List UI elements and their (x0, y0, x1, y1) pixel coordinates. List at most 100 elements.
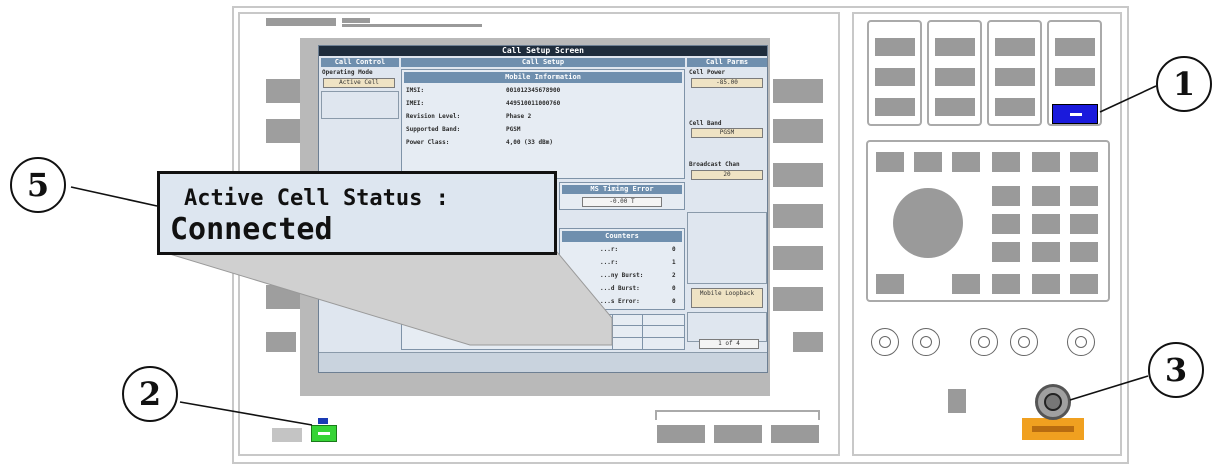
timing-error-panel: MS Timing Error -0.00 T (559, 182, 685, 210)
keypad-key[interactable] (992, 274, 1020, 294)
keypad-key[interactable] (992, 214, 1020, 234)
imsi-value: 001012345678900 (506, 87, 561, 94)
right-softkey-3[interactable] (773, 163, 823, 187)
small-switch[interactable] (948, 389, 966, 413)
keypad-key[interactable] (876, 274, 904, 294)
cell-power-label: Cell Power (689, 69, 726, 76)
timing-error-value: -0.00 T (582, 197, 662, 207)
keypad-key[interactable] (952, 152, 980, 172)
counter-row-4-value: 0 (672, 285, 676, 292)
mobile-loopback-key[interactable]: Mobile Loopback (691, 288, 763, 308)
broadcast-chan-value[interactable]: 20 (691, 170, 763, 180)
bottom-left-key[interactable] (272, 428, 302, 442)
marker-1-key[interactable] (1052, 104, 1098, 124)
keypad-key[interactable] (1070, 274, 1098, 294)
imei-label: IMEI: (406, 100, 425, 107)
keypad-key[interactable] (1032, 214, 1060, 234)
rf-port-label (1022, 418, 1084, 440)
keypad-key[interactable] (1032, 242, 1060, 262)
right-softkey-1[interactable] (773, 79, 823, 103)
bottom-key-1[interactable] (657, 425, 705, 443)
key-group-3 (987, 20, 1042, 126)
marker-5: 5 (10, 157, 66, 213)
keypad-key[interactable] (1070, 152, 1098, 172)
marker-1: 1 (1156, 56, 1212, 112)
active-cell-status-callout: Active Cell Status : Connected (157, 171, 557, 255)
call-control-header: Call Control (321, 58, 399, 67)
tab-bracket (655, 410, 820, 420)
keypad-key[interactable] (876, 152, 904, 172)
band-value: PGSM (506, 126, 521, 133)
keypad-key[interactable] (992, 152, 1020, 172)
call-parms-slot-2 (687, 312, 767, 342)
mobile-info-panel: Mobile Information IMSI: 001012345678900… (401, 69, 685, 179)
counter-row-3-value: 2 (672, 272, 676, 279)
keypad-key[interactable] (914, 152, 942, 172)
right-softkey-4[interactable] (773, 204, 823, 228)
counter-row-1-value: 0 (672, 246, 676, 253)
timing-error-header: MS Timing Error (562, 185, 682, 194)
keypad-key[interactable] (992, 186, 1020, 206)
revision-value: Phase 2 (506, 113, 532, 120)
bottom-table (401, 314, 685, 350)
model-label (342, 18, 370, 23)
counter-row-3-label: ...ny Burst: (600, 272, 644, 279)
cell-power-value[interactable]: -85.00 (691, 78, 763, 88)
rf-in-out-connector[interactable] (1035, 384, 1071, 420)
bottom-key-2[interactable] (714, 425, 762, 443)
call-parms-header: Call Parms (687, 58, 767, 67)
call-control-slot (321, 91, 399, 119)
power-indicator (318, 418, 328, 424)
counter-row-5-value: 0 (672, 298, 676, 305)
keypad-key[interactable] (1070, 186, 1098, 206)
power-class-label: Power Class: (406, 139, 450, 146)
mobile-info-header: Mobile Information (404, 72, 682, 83)
callout-title: Active Cell Status : (184, 186, 449, 211)
keypad-key[interactable] (1032, 152, 1060, 172)
counters-header: Counters (562, 231, 682, 242)
counters-panel: Counters ...r: 0 ...r: 1 ...ny Burst: 2 … (559, 228, 685, 310)
rf-connector-icon (912, 328, 940, 356)
counter-row-5-label: ...s Error: (600, 298, 640, 305)
rf-connector-icon (1067, 328, 1095, 356)
rf-connector-icon (871, 328, 899, 356)
right-softkey-5[interactable] (773, 246, 823, 270)
keypad-key[interactable] (1032, 274, 1060, 294)
counter-row-2-label: ...r: (600, 259, 619, 266)
rotary-knob[interactable] (893, 188, 963, 258)
counter-row-2-value: 1 (672, 259, 676, 266)
band-label: Supported Band: (406, 126, 461, 133)
keypad-key[interactable] (1032, 186, 1060, 206)
key-group-1 (867, 20, 922, 126)
key-group-4 (1047, 20, 1102, 126)
cell-band-value[interactable]: PGSM (691, 128, 763, 138)
callout-status: Connected (170, 212, 333, 247)
marker-2: 2 (122, 366, 178, 422)
key-group-2 (927, 20, 982, 126)
keypad-key[interactable] (952, 274, 980, 294)
marker-3: 3 (1148, 342, 1204, 398)
model-subtitle (342, 24, 482, 27)
screen-title: Call Setup Screen (319, 46, 767, 56)
revision-label: Revision Level: (406, 113, 461, 120)
operating-mode-value[interactable]: Active Cell (323, 78, 395, 88)
imei-value: 449510011000760 (506, 100, 561, 107)
bottom-key-3[interactable] (771, 425, 819, 443)
operating-mode-label: Operating Mode (322, 69, 373, 76)
status-bar (319, 352, 767, 372)
right-softkey-6[interactable] (773, 287, 823, 311)
power-class-value: 4,00 (33 dBm) (506, 139, 553, 146)
broadcast-chan-label: Broadcast Chan (689, 161, 740, 168)
right-bottom-key[interactable] (793, 332, 823, 352)
right-softkey-2[interactable] (773, 119, 823, 143)
left-bottom-key[interactable] (266, 332, 296, 352)
keypad-key[interactable] (1070, 214, 1098, 234)
rf-connector-icon (970, 328, 998, 356)
keypad-key[interactable] (1070, 242, 1098, 262)
counter-row-4-label: ...d Burst: (600, 285, 640, 292)
imsi-label: IMSI: (406, 87, 425, 94)
page-indicator: 1 of 4 (699, 339, 759, 349)
power-button[interactable] (311, 425, 337, 442)
call-parms-slot (687, 212, 767, 284)
keypad-key[interactable] (992, 242, 1020, 262)
